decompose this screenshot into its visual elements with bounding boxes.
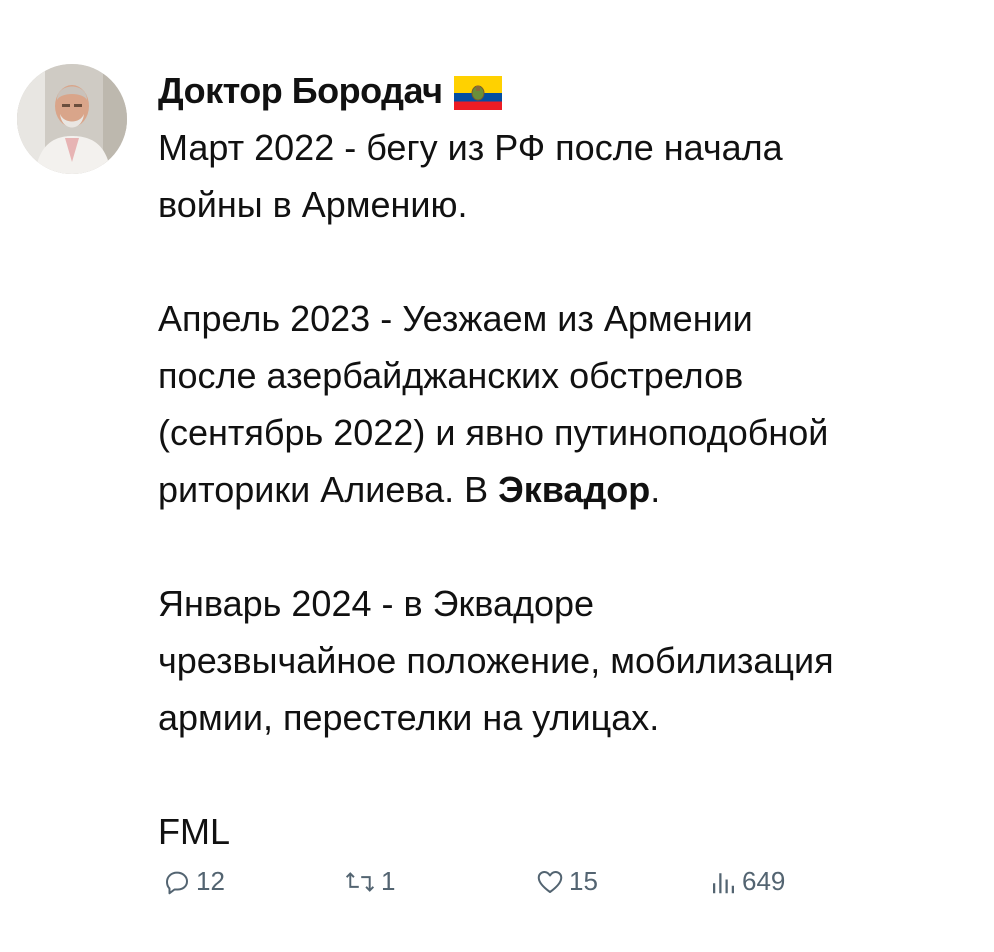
text-line: риторики Алиева. В Эквадор. — [158, 461, 978, 518]
reply-count: 12 — [196, 866, 225, 896]
ecuador-flag-icon — [454, 76, 503, 110]
views-count: 649 — [742, 866, 786, 896]
text-line: после азербайджанских обстрелов — [158, 355, 744, 396]
bold-text: Эквадор — [498, 469, 651, 510]
heart-icon — [535, 867, 565, 897]
text-line: войны в Армению. — [158, 184, 468, 225]
text-fragment: риторики Алиева. В — [158, 469, 499, 510]
repost-icon — [343, 867, 377, 897]
text-line: армии, перестелки на улицах. — [158, 697, 660, 738]
text-line: (сентябрь 2022) и явно путиноподобной — [158, 412, 829, 453]
like-button[interactable]: 15 — [535, 866, 598, 897]
avatar[interactable] — [17, 64, 127, 174]
text-fragment: . — [650, 469, 661, 510]
text-line: чрезвычайное положение, мобилизация — [158, 640, 834, 681]
paragraph-march-2022: Март 2022 - бегу из РФ после начала войн… — [158, 119, 978, 233]
repost-count: 1 — [381, 866, 396, 896]
reply-button[interactable]: 12 — [162, 866, 225, 897]
repost-button[interactable]: 1 — [343, 866, 395, 897]
avatar-photo — [17, 64, 127, 174]
text-line: FML — [158, 811, 230, 852]
text-line: Апрель 2023 - Уезжаем из Армении — [158, 298, 753, 339]
paragraph-january-2024: Январь 2024 - в Эквадоре чрезвычайное по… — [158, 575, 978, 746]
tweet-text: Март 2022 - бегу из РФ после начала войн… — [158, 119, 978, 860]
text-line: Январь 2024 - в Эквадоре — [158, 583, 595, 624]
tweet-card: Доктор Бородач Март 2022 - бегу из РФ по… — [0, 0, 994, 952]
author-row: Доктор Бородач — [158, 66, 503, 116]
author-name[interactable]: Доктор Бородач — [158, 70, 443, 112]
text-line: Март 2022 - бегу из РФ после начала — [158, 127, 783, 168]
views-button[interactable]: 649 — [708, 866, 785, 897]
action-bar: 12 1 15 649 — [0, 866, 994, 916]
paragraph-april-2023: Апрель 2023 - Уезжаем из Армении после а… — [158, 290, 978, 518]
views-chart-icon — [708, 867, 738, 897]
paragraph-fml: FML — [158, 803, 978, 860]
like-count: 15 — [569, 866, 598, 896]
reply-icon — [162, 867, 192, 897]
